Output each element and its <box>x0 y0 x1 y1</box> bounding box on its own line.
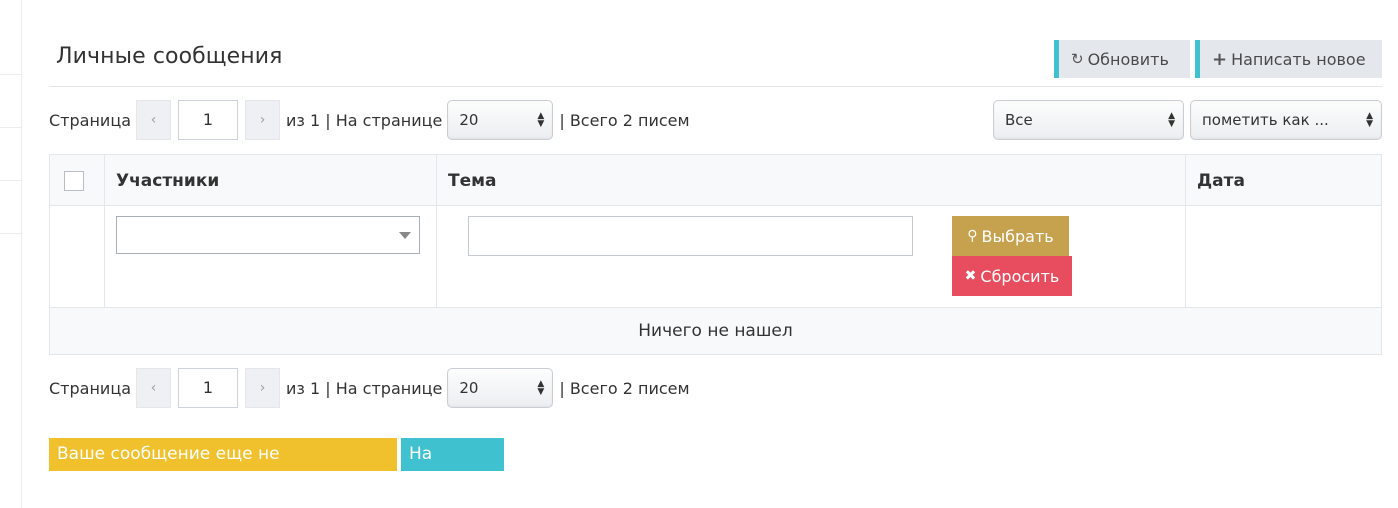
column-header-participants[interactable]: Участники <box>116 171 219 191</box>
select-arrows-icon: ▲ ▼ <box>537 379 545 397</box>
page-title: Личные сообщения <box>56 44 283 69</box>
column-header-subject[interactable]: Тема <box>448 171 497 191</box>
column-divider <box>1185 155 1186 307</box>
page-number-input[interactable]: 1 <box>178 368 239 408</box>
select-arrows-icon: ▲ ▼ <box>537 111 545 129</box>
mark-as-select[interactable]: пометить как ... ▲ ▼ <box>1190 100 1382 140</box>
page-label: Страница <box>49 378 132 398</box>
status-filter-value: Все <box>1005 111 1033 129</box>
select-arrows-icon: ▲ ▼ <box>1366 111 1373 129</box>
next-page-button[interactable]: › <box>245 100 281 140</box>
pager-top: Страница ‹ 1 › из 1 | На странице 20 ▲ ▼ … <box>49 100 690 140</box>
pager-bottom: Страница ‹ 1 › из 1 | На странице 20 ▲ ▼ … <box>49 368 690 408</box>
reset-filter-button[interactable]: ✖ Сбросить <box>952 256 1072 296</box>
next-page-button[interactable]: › <box>245 368 281 408</box>
unread-notice-label: Ваше сообщение еще не прочитанно <box>49 438 397 497</box>
empty-result-row: Ничего не нашел <box>50 307 1381 354</box>
aqa-site-link[interactable]: На AQA.ru <box>401 438 504 497</box>
sidebar-divider <box>0 127 22 128</box>
prev-page-button[interactable]: ‹ <box>136 100 172 140</box>
chevron-down-icon <box>399 232 411 239</box>
column-header-date[interactable]: Дата <box>1197 171 1245 191</box>
per-page-select[interactable]: 20 ▲ ▼ <box>447 100 554 140</box>
status-filter-select[interactable]: Все ▲ ▼ <box>993 100 1184 140</box>
refresh-icon: ↻ <box>1071 50 1084 68</box>
select-all-checkbox[interactable] <box>64 171 84 191</box>
page-label: Страница <box>49 110 132 130</box>
page-number-input[interactable]: 1 <box>178 100 239 140</box>
apply-filter-button[interactable]: ⚲ Выбрать <box>952 216 1069 256</box>
apply-filter-label: Выбрать <box>981 226 1054 246</box>
write-new-button[interactable]: + Написать новое <box>1195 40 1382 78</box>
page-count-text: из 1 | На странице <box>286 110 443 130</box>
participants-filter-select[interactable] <box>116 216 420 254</box>
table-header <box>50 155 1381 206</box>
reset-filter-label: Сбросить <box>980 266 1060 286</box>
title-divider <box>49 86 1382 87</box>
messages-table: Участники Тема Дата ⚲ Выбрать ✖ Сбросить… <box>49 154 1382 355</box>
search-icon: ⚲ <box>967 228 978 244</box>
page-count-text: из 1 | На странице <box>286 378 443 398</box>
write-new-button-label: Написать новое <box>1231 49 1366 69</box>
column-divider <box>436 155 437 307</box>
per-page-value: 20 <box>459 111 479 129</box>
refresh-button[interactable]: ↻ Обновить <box>1054 40 1190 78</box>
prev-page-button[interactable]: ‹ <box>136 368 172 408</box>
per-page-select[interactable]: 20 ▲ ▼ <box>447 368 554 408</box>
total-count-text: | Всего 2 писем <box>559 378 690 398</box>
sidebar-divider <box>0 233 22 234</box>
close-icon: ✖ <box>964 268 977 284</box>
total-count-text: | Всего 2 писем <box>559 110 690 130</box>
column-divider <box>104 155 105 307</box>
sidebar-divider <box>0 180 22 181</box>
select-arrows-icon: ▲ ▼ <box>1168 111 1175 129</box>
subject-filter-input[interactable] <box>468 216 913 256</box>
mark-as-value: пометить как ... <box>1202 111 1329 129</box>
plus-icon: + <box>1212 48 1228 70</box>
refresh-button-label: Обновить <box>1087 49 1169 69</box>
per-page-value: 20 <box>459 379 479 397</box>
left-sidebar-edge <box>0 0 22 508</box>
sidebar-divider <box>0 74 22 75</box>
